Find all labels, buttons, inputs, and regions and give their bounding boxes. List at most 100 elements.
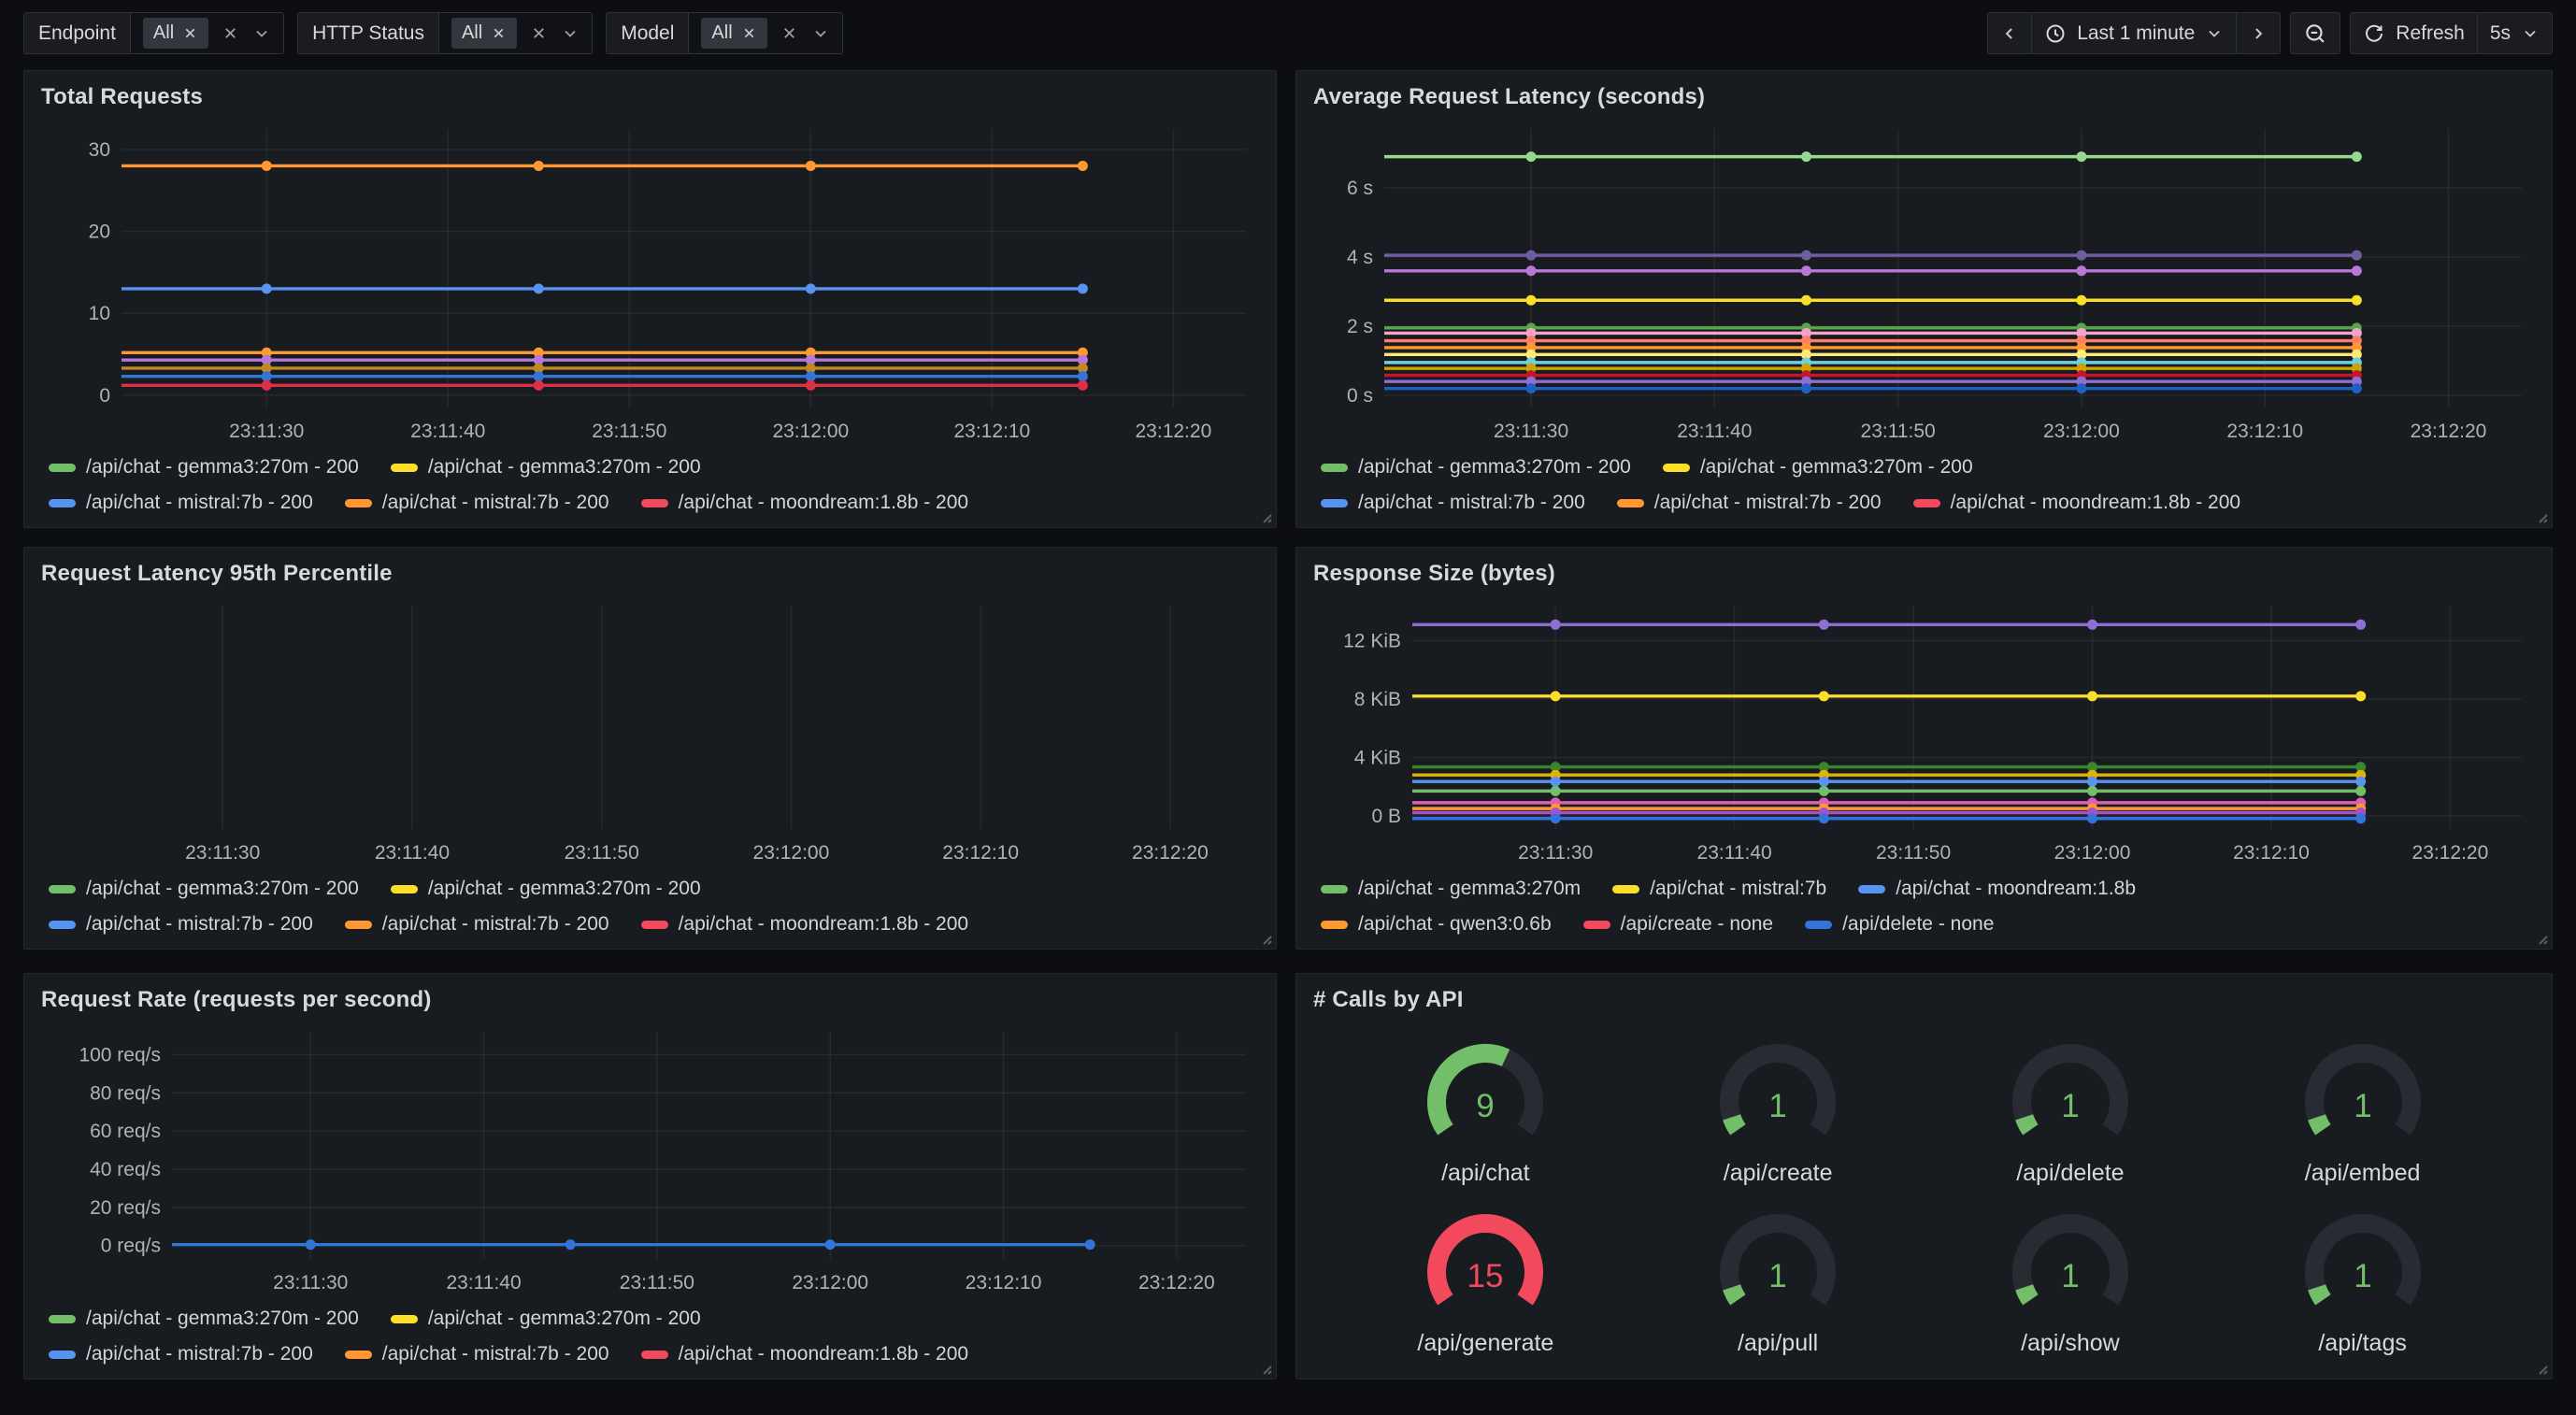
refresh-button[interactable]: Refresh: [2351, 13, 2477, 53]
response-size-chart[interactable]: 23:11:3023:11:4023:11:5023:12:0023:12:10…: [1311, 594, 2537, 870]
legend-item[interactable]: /api/create - none: [1583, 913, 1773, 936]
remove-option-icon[interactable]: [741, 25, 757, 41]
legend-item[interactable]: /api/chat - moondream:1.8b - 200: [641, 492, 969, 514]
y-axis-tick-label: 30: [89, 139, 110, 161]
panel-resize-handle[interactable]: [1256, 1359, 1273, 1376]
legend-item[interactable]: /api/chat - gemma3:270m - 200: [1321, 456, 1631, 479]
legend-item[interactable]: /api/chat - mistral:7b - 200: [345, 492, 609, 514]
data-point: [2076, 151, 2086, 162]
legend-item[interactable]: /api/chat - moondream:1.8b - 200: [1913, 492, 2241, 514]
legend-item[interactable]: /api/chat - moondream:1.8b: [1858, 878, 2136, 900]
panel-title[interactable]: Request Latency 95th Percentile: [39, 557, 1261, 594]
latency-95th-chart[interactable]: 23:11:3023:11:4023:11:5023:12:0023:12:10…: [39, 594, 1261, 870]
panel-total-requests: Total Requests 23:11:3023:11:4023:11:502…: [23, 70, 1277, 528]
total-requests-chart[interactable]: 23:11:3023:11:4023:11:5023:12:0023:12:10…: [39, 118, 1261, 449]
gauge-arc: 9: [1403, 1035, 1567, 1158]
selected-option-chip[interactable]: All: [701, 18, 766, 49]
legend-row: /api/chat - mistral:7b - 200/api/chat - …: [1321, 492, 2535, 514]
timeseries-plot-area[interactable]: 23:11:3023:11:4023:11:5023:12:0023:12:10…: [39, 1021, 1261, 1300]
x-axis-tick-label: 23:12:00: [2054, 842, 2131, 864]
zoom-out-time-button[interactable]: [2291, 13, 2340, 53]
timeseries-plot-area[interactable]: 23:11:3023:11:4023:11:5023:12:0023:12:10…: [1311, 118, 2537, 449]
legend-row: /api/chat - gemma3:270m - 200/api/chat -…: [49, 456, 1259, 479]
legend-series-swatch: [1612, 885, 1639, 893]
variable-label: Endpoint: [24, 13, 131, 53]
clear-selection-icon[interactable]: [780, 24, 798, 42]
time-range-picker[interactable]: Last 1 minute: [2031, 13, 2236, 53]
refresh-interval-picker[interactable]: 5s: [2477, 13, 2552, 53]
panel-title[interactable]: # Calls by API: [1311, 983, 2537, 1021]
panel-resize-handle[interactable]: [2532, 929, 2549, 946]
legend-item[interactable]: /api/chat - moondream:1.8b - 200: [641, 1343, 969, 1365]
y-axis-tick-label: 4 s: [1347, 247, 1373, 268]
legend-series-swatch: [1583, 921, 1610, 929]
data-point: [1085, 1239, 1095, 1250]
data-point: [1551, 813, 1561, 823]
legend-item[interactable]: /api/chat - gemma3:270m - 200: [391, 1308, 701, 1330]
time-shift-forward-button[interactable]: [2236, 13, 2280, 53]
clear-selection-icon[interactable]: [222, 24, 239, 42]
time-shift-back-button[interactable]: [1988, 13, 2031, 53]
panel-resize-handle[interactable]: [2532, 1359, 2549, 1376]
panel-title[interactable]: Request Rate (requests per second): [39, 983, 1261, 1021]
data-point: [262, 380, 272, 391]
legend-item[interactable]: /api/delete - none: [1805, 913, 1994, 936]
legend-item[interactable]: /api/chat - mistral:7b - 200: [49, 492, 313, 514]
variable-value-box[interactable]: All: [131, 13, 283, 53]
panel-resize-handle[interactable]: [2532, 507, 2549, 524]
remove-option-icon[interactable]: [182, 25, 198, 41]
gauge-arc: 1: [2281, 1205, 2445, 1328]
panel-title[interactable]: Total Requests: [39, 80, 1261, 118]
legend-item[interactable]: /api/chat - gemma3:270m - 200: [391, 878, 701, 900]
chevron-down-icon[interactable]: [561, 24, 580, 43]
y-axis-tick-label: 0 req/s: [101, 1236, 161, 1257]
panel-average-request-latency: Average Request Latency (seconds) 23:11:…: [1295, 70, 2553, 528]
gauge-label: /api/create: [1724, 1160, 1833, 1187]
legend-item[interactable]: /api/chat - gemma3:270m - 200: [1663, 456, 1973, 479]
legend-item[interactable]: /api/chat - mistral:7b - 200: [345, 913, 609, 936]
legend-series-swatch: [391, 1315, 418, 1323]
timeseries-plot-area[interactable]: 23:11:3023:11:4023:11:5023:12:0023:12:10…: [39, 118, 1261, 449]
legend-item[interactable]: /api/chat - gemma3:270m - 200: [391, 456, 701, 479]
data-point: [2352, 265, 2362, 276]
time-controls: Last 1 minute Refresh: [1987, 12, 2553, 54]
legend-item[interactable]: /api/chat - mistral:7b - 200: [49, 913, 313, 936]
legend-item[interactable]: /api/chat - mistral:7b - 200: [49, 1343, 313, 1365]
panel-resize-handle[interactable]: [1256, 929, 1273, 946]
x-axis-tick-label: 23:11:50: [592, 421, 666, 442]
legend-item[interactable]: /api/chat - gemma3:270m - 200: [49, 878, 359, 900]
legend-series-swatch: [345, 1351, 372, 1359]
legend-item[interactable]: /api/chat - mistral:7b - 200: [345, 1343, 609, 1365]
variable-value-box[interactable]: All: [689, 13, 841, 53]
remove-option-icon[interactable]: [491, 25, 507, 41]
panel-title[interactable]: Response Size (bytes): [1311, 557, 2537, 594]
legend-series-label: /api/chat - mistral:7b - 200: [86, 913, 313, 936]
legend-item[interactable]: /api/chat - gemma3:270m - 200: [49, 1308, 359, 1330]
panel-resize-handle[interactable]: [1256, 507, 1273, 524]
data-point: [2087, 813, 2097, 823]
timeseries-plot-area[interactable]: 23:11:3023:11:4023:11:5023:12:0023:12:10…: [39, 594, 1261, 870]
variable-value-box[interactable]: All: [439, 13, 592, 53]
clear-selection-icon[interactable]: [530, 24, 548, 42]
legend-item[interactable]: /api/chat - gemma3:270m - 200: [49, 456, 359, 479]
chevron-down-icon[interactable]: [252, 24, 271, 43]
legend-item[interactable]: /api/chat - moondream:1.8b - 200: [641, 913, 969, 936]
legend-item[interactable]: /api/chat - mistral:7b - 200: [1617, 492, 1882, 514]
average-latency-chart[interactable]: 23:11:3023:11:4023:11:5023:12:0023:12:10…: [1311, 118, 2537, 449]
legend-series-label: /api/chat - moondream:1.8b - 200: [1951, 492, 2241, 514]
legend-series-label: /api/chat - mistral:7b - 200: [382, 1343, 609, 1365]
legend-item[interactable]: /api/chat - qwen3:0.6b: [1321, 913, 1552, 936]
selected-option-chip[interactable]: All: [143, 18, 208, 49]
legend-item[interactable]: /api/chat - mistral:7b: [1612, 878, 1826, 900]
chevron-down-icon[interactable]: [811, 24, 830, 43]
gauge-value: 1: [2061, 1088, 2079, 1124]
x-axis-tick-label: 23:11:40: [410, 421, 485, 442]
legend-item[interactable]: /api/chat - mistral:7b - 200: [1321, 492, 1585, 514]
legend-item[interactable]: /api/chat - gemma3:270m: [1321, 878, 1581, 900]
data-point: [2352, 295, 2362, 306]
selected-option-chip[interactable]: All: [451, 18, 517, 49]
panel-title[interactable]: Average Request Latency (seconds): [1311, 80, 2537, 118]
legend-series-swatch: [1805, 921, 1832, 929]
request-rate-chart[interactable]: 23:11:3023:11:4023:11:5023:12:0023:12:10…: [39, 1021, 1261, 1300]
timeseries-plot-area[interactable]: 23:11:3023:11:4023:11:5023:12:0023:12:10…: [1311, 594, 2537, 870]
